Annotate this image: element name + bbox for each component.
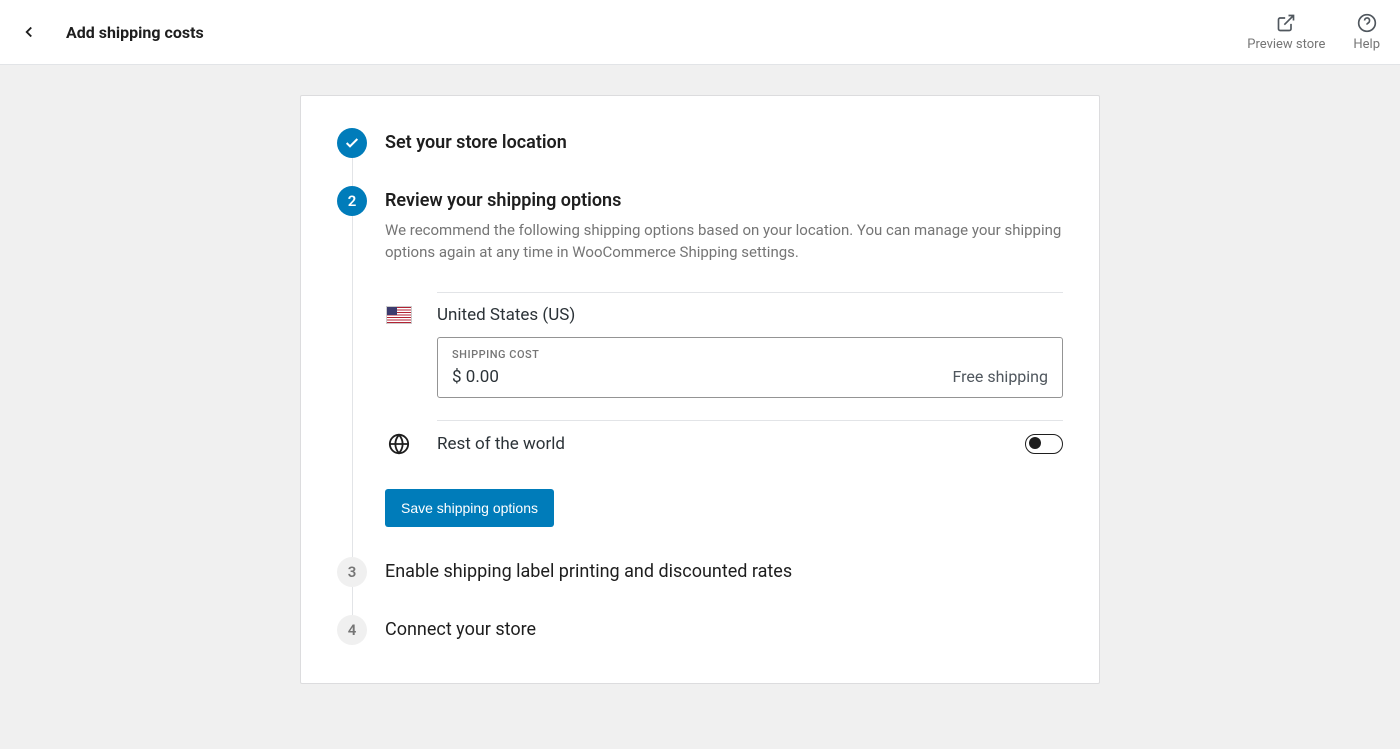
help-button[interactable]: Help: [1353, 13, 1380, 52]
header-right: Preview store Help: [1247, 13, 1380, 52]
top-header: Add shipping costs Preview store Help: [0, 0, 1400, 65]
step-1-marker-done: [337, 128, 367, 158]
zone-us-row: United States (US): [385, 293, 1063, 337]
help-icon: [1357, 13, 1377, 33]
step-2-description: We recommend the following shipping opti…: [385, 220, 1063, 264]
zone-rest-label: Rest of the world: [437, 434, 1001, 454]
back-button[interactable]: [20, 23, 38, 41]
step-2-title: Review your shipping options: [385, 188, 1063, 214]
header-left: Add shipping costs: [20, 23, 204, 42]
step-2-number: 2: [348, 192, 357, 210]
us-flag-icon: [386, 306, 412, 324]
shipping-cost-value: $ 0.00: [452, 367, 499, 387]
step-3-marker: 3: [337, 557, 367, 587]
shipping-cost-label: SHIPPING COST: [452, 348, 1048, 361]
connector: [352, 587, 353, 615]
zone-rest-row: Rest of the world: [385, 421, 1063, 467]
step-3-number: 3: [348, 563, 357, 581]
step-4-number: 4: [348, 621, 357, 639]
step-3-title: Enable shipping label printing and disco…: [385, 559, 1063, 585]
free-shipping-tag: Free shipping: [953, 367, 1049, 386]
step-2-marker-active: 2: [337, 186, 367, 216]
step-4: 4 Connect your store: [337, 615, 1063, 651]
rest-of-world-toggle[interactable]: [1025, 434, 1063, 454]
page-title: Add shipping costs: [66, 23, 204, 42]
connector: [352, 216, 353, 557]
check-icon: [344, 135, 360, 151]
save-shipping-button[interactable]: Save shipping options: [385, 489, 554, 527]
step-3: 3 Enable shipping label printing and dis…: [337, 557, 1063, 615]
zone-us-label: United States (US): [437, 305, 1063, 325]
step-4-title: Connect your store: [385, 617, 1063, 643]
toggle-knob: [1029, 437, 1041, 449]
globe-icon: [388, 433, 410, 455]
chevron-left-icon: [20, 23, 38, 41]
step-1: Set your store location: [337, 128, 1063, 186]
external-link-icon: [1276, 13, 1296, 33]
wizard-card: Set your store location 2 Review your sh…: [300, 95, 1100, 684]
step-1-title: Set your store location: [385, 130, 1063, 156]
help-label: Help: [1353, 37, 1380, 52]
connector: [352, 158, 353, 186]
preview-store-button[interactable]: Preview store: [1247, 13, 1325, 52]
shipping-cost-input[interactable]: SHIPPING COST $ 0.00 Free shipping: [437, 337, 1063, 398]
step-4-marker: 4: [337, 615, 367, 645]
preview-store-label: Preview store: [1247, 37, 1325, 52]
step-2: 2 Review your shipping options We recomm…: [337, 186, 1063, 557]
